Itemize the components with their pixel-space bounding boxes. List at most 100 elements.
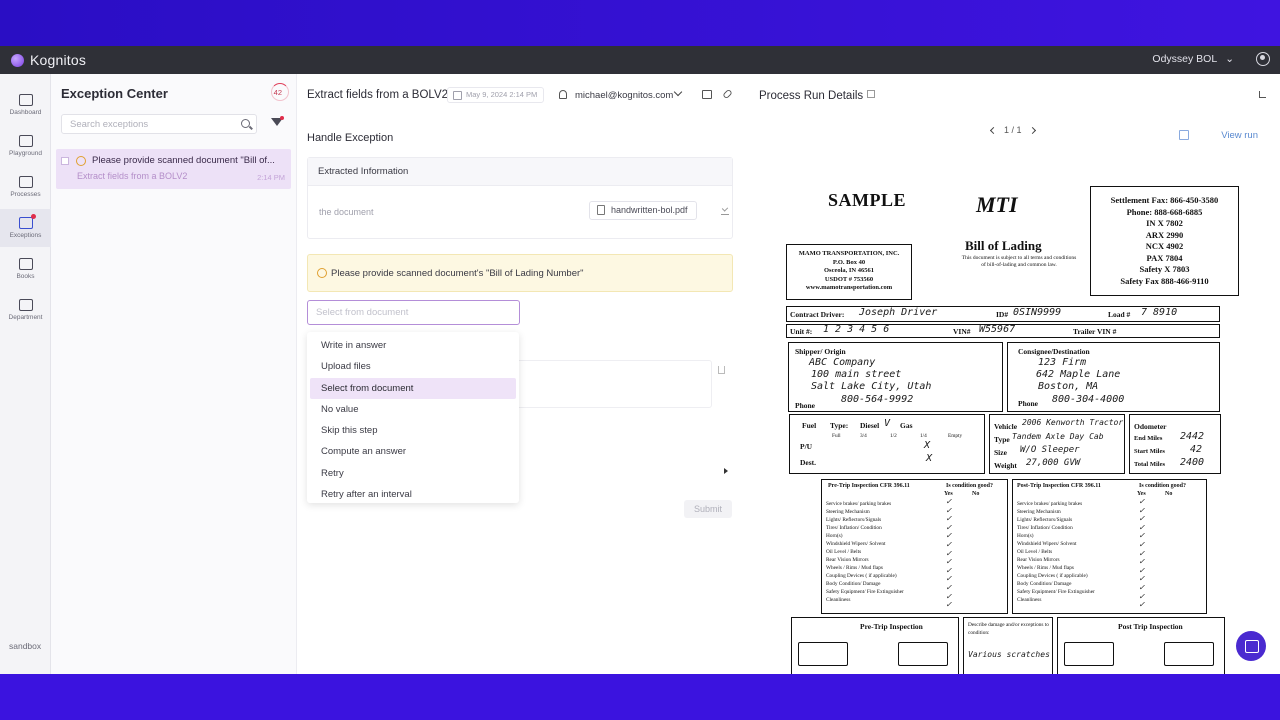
fax-line: Phone: 888-668-6885 (1126, 206, 1203, 217)
fax-box: Settlement Fax: 866-450-3580 Phone: 888-… (1090, 186, 1239, 296)
field-label: the document (319, 207, 374, 217)
checklist-item: Lights/ Reflectors/Signals (1017, 517, 1073, 523)
chevron-left-icon[interactable] (989, 126, 998, 134)
file-name: handwritten-bol.pdf (611, 205, 688, 215)
menu-item-write-in-answer[interactable]: Write in answer (310, 335, 516, 356)
menu-item-retry-interval[interactable]: Retry after an interval (310, 484, 516, 505)
gas-label: Gas (900, 421, 913, 430)
window-bottom-band (0, 674, 1280, 720)
company-box: MAMO TRANSPORTATION, INC. P.O. Box 40 Os… (786, 244, 912, 300)
checklist-item: Steering Mechanism (1017, 509, 1061, 515)
nav-item-playground[interactable]: Playground (0, 127, 51, 165)
total-miles-value: 2400 (1180, 457, 1205, 468)
processes-icon (18, 176, 33, 188)
end-miles-value: 2442 (1180, 431, 1205, 442)
search-box (61, 114, 257, 134)
resolution-select[interactable] (307, 300, 520, 325)
post-trip-title: Post-Trip Inspection CFR 396.11 (1017, 483, 1101, 489)
phone-label: Phone (795, 401, 816, 410)
pre-trip-title: Pre-Trip Inspection CFR 396.11 (828, 483, 910, 489)
post-trip-checks: ✓ ✓ ✓ ✓ ✓ ✓ ✓ ✓ ✓ ✓ ✓ ✓ ✓ (1139, 497, 1145, 611)
checklist-item: Tires/ Inflation/ Condition (1017, 525, 1073, 531)
checklist-item: Wheels / Rims / Mud flaps (1017, 565, 1074, 571)
consignee-box: Consignee/Destination 123 Firm 642 Maple… (1007, 342, 1220, 412)
describe-damage-box: Describe damage and/or exceptions to con… (963, 617, 1053, 674)
exception-list-item[interactable]: Please provide scanned document "Bill of… (56, 149, 291, 189)
checklist-item: Cleanliness (1017, 597, 1042, 603)
logo[interactable]: Kognitos (11, 52, 86, 68)
diesel-check: V (884, 418, 891, 429)
checklist-item: Service brakes/ parking brakes (826, 501, 892, 507)
nav-label: Playground (9, 150, 42, 157)
search-icon[interactable] (241, 119, 250, 128)
menu-item-upload-files[interactable]: Upload files (310, 356, 516, 377)
chevron-right-icon[interactable] (1028, 126, 1036, 134)
logo-icon (11, 53, 24, 67)
fax-line: IN X 7802 (1146, 218, 1183, 228)
document-preview: SAMPLE MTI Bill of Lading This document … (781, 174, 1251, 674)
nav-item-department[interactable]: Department (0, 291, 51, 329)
menu-item-no-value[interactable]: No value (310, 399, 516, 420)
load-value: 7 8910 (1141, 307, 1178, 318)
nav-item-exceptions[interactable]: Exceptions (0, 209, 51, 247)
checklist-item: Coupling Devices ( if applicable) (826, 573, 897, 579)
no-label: No (1165, 491, 1173, 497)
search-input[interactable] (62, 115, 232, 133)
environment-label: sandbox (9, 641, 42, 651)
process-run-details-panel: Process Run Details 1 / 1 View run SAMPL… (743, 74, 1280, 674)
checklist-item: Oil Level / Belts (826, 549, 862, 555)
shipper-box: Shipper/ Origin ABC Company 100 main str… (788, 342, 1003, 412)
resolution-input[interactable] (308, 301, 488, 323)
chevron-down-icon: ⌄ (1225, 53, 1234, 65)
nav-label: Department (8, 314, 43, 321)
file-chip[interactable]: handwritten-bol.pdf (589, 201, 697, 220)
doc-title: Bill of Lading (965, 238, 1042, 253)
user-email[interactable]: michael@kognitos.com (575, 90, 673, 101)
user-account-icon[interactable] (1256, 52, 1270, 66)
condition-label: Is condition good? (946, 483, 994, 489)
vehicle-label: Vehicle (994, 422, 1018, 431)
collapse-icon[interactable] (1259, 91, 1266, 98)
view-run-link[interactable]: View run (1221, 130, 1258, 141)
nav-item-processes[interactable]: Processes (0, 168, 51, 206)
archive-icon[interactable] (702, 90, 712, 99)
chevron-right-icon[interactable] (724, 468, 728, 474)
item-checkbox[interactable] (61, 157, 69, 165)
menu-item-select-from-document[interactable]: Select from document (310, 377, 516, 399)
checklist-item: Lights/ Reflectors/Signals (826, 517, 882, 523)
nav-item-dashboard[interactable]: Dashboard (0, 86, 51, 124)
exception-subtitle: Extract fields from a BOLV2 (77, 171, 188, 181)
checklist-item: Windshield Wipers/ Solvent (1017, 541, 1077, 547)
checklist-item: Safety Equipment/ Fire Extinguisher (1017, 589, 1095, 595)
download-icon[interactable] (721, 206, 729, 215)
pu-check: X (924, 440, 931, 451)
nav-item-books[interactable]: Books (0, 250, 51, 288)
run-title: Extract fields from a BOLV2 (307, 89, 449, 101)
trash-icon[interactable] (718, 366, 725, 374)
submit-button[interactable]: Submit (684, 500, 732, 518)
menu-item-skip-step[interactable]: Skip this step (310, 420, 516, 441)
exception-time: 2:14 PM (257, 173, 285, 182)
condition-label: Is condition good? (1139, 483, 1187, 489)
external-link-icon[interactable] (867, 90, 875, 98)
trailer-label: Trailer VIN # (1073, 327, 1117, 336)
checklist-item: Wheels / Rims / Mud flaps (826, 565, 883, 571)
workspace-selector[interactable]: Odyssey BOL ⌄ (1152, 53, 1234, 65)
menu-item-retry[interactable]: Retry (310, 463, 516, 484)
chevron-down-icon[interactable] (673, 87, 683, 97)
home-icon (18, 94, 33, 106)
exception-center-panel: Exception Center 42 Please provide scann… (51, 74, 297, 674)
nav-label: Dashboard (9, 109, 42, 116)
company-line: www.mamotransportation.com (805, 284, 893, 291)
answer-field[interactable] (512, 360, 712, 408)
unit-label: Unit #: (790, 327, 813, 336)
chat-support-button[interactable] (1236, 631, 1266, 661)
size-label: Size (994, 448, 1007, 457)
link-icon[interactable] (722, 88, 733, 100)
checklist-item: Horn(s) (1017, 533, 1034, 539)
fax-line: Safety Fax 888-466-9110 (1120, 275, 1209, 286)
extracted-info-card: Extracted Information the document handw… (307, 157, 733, 239)
warning-icon (76, 156, 86, 166)
size-value: W/O Sleeper (1020, 445, 1080, 455)
menu-item-compute-answer[interactable]: Compute an answer (310, 441, 516, 462)
